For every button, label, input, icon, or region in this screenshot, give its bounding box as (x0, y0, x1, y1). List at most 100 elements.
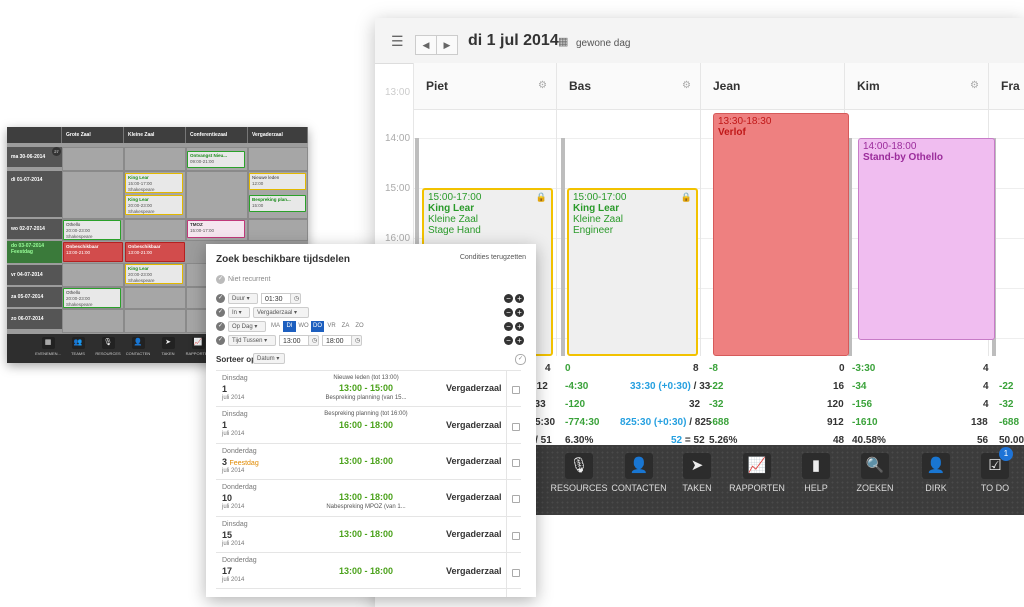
planner-event[interactable]: Bespreking plan... 15:00 (249, 195, 306, 212)
remove-condition-button[interactable]: − (504, 308, 513, 317)
clock-icon[interactable]: ◷ (351, 335, 362, 346)
planner-cell[interactable] (248, 219, 308, 241)
weekday-do[interactable]: DO (311, 321, 324, 332)
op-dag-select[interactable]: Op Dag ▾ (228, 321, 266, 332)
calendar-date-title[interactable]: di 1 jul 2014 (468, 32, 559, 50)
event-bas-king-lear[interactable]: 15:00-17:00 King Lear Kleine Zaal Engine… (567, 188, 698, 356)
footer-teams-button[interactable]: 👥 TEAMS (61, 337, 95, 356)
reset-conditions-link[interactable]: Condities terugzetten (460, 254, 526, 261)
planner-cell[interactable] (124, 309, 186, 333)
footer-todo-button[interactable]: ☑ TO DO 1 (965, 447, 1024, 493)
weekday-za[interactable]: ZA (339, 321, 352, 332)
in-select[interactable]: In ▾ (228, 307, 250, 318)
planner-cell[interactable] (124, 147, 186, 171)
weekday-ma[interactable]: MA (269, 321, 282, 332)
planner-cell[interactable] (62, 309, 124, 333)
column-header-conferentiezaal[interactable]: Conferentiezaal (186, 127, 248, 143)
add-condition-button[interactable]: + (515, 308, 524, 317)
footer-evenementen-button[interactable]: ▦ EVENEMEN... (31, 337, 65, 356)
remove-condition-button[interactable]: − (504, 322, 513, 331)
footer-contacten-button[interactable]: 👤 CONTACTEN (121, 337, 155, 356)
result-checkbox[interactable] (512, 459, 520, 467)
planner-event[interactable]: Othello 20:00-23:00 Shakespeare (63, 220, 121, 240)
result-row[interactable]: Dinsdag 1 juli 2014 Bespreking planning … (216, 406, 521, 443)
footer-contacten-button[interactable]: 👤 CONTACTEN (609, 453, 669, 493)
column-header-piet[interactable]: Piet ⚙ (413, 63, 557, 110)
time-from-input[interactable]: 13:00 (279, 335, 309, 346)
tijd-tussen-select[interactable]: Tijd Tussen ▾ (228, 335, 276, 346)
column-header-kim[interactable]: Kim ⚙ (844, 63, 989, 110)
footer-help-button[interactable]: ▮ HELP (786, 453, 846, 493)
footer-taken-button[interactable]: ➤ TAKEN (151, 337, 185, 356)
footer-taken-button[interactable]: ➤ TAKEN (667, 453, 727, 493)
planner-cell[interactable] (62, 147, 124, 171)
result-checkbox[interactable] (512, 423, 520, 431)
planner-cell[interactable] (248, 147, 308, 171)
add-condition-button[interactable]: + (515, 336, 524, 345)
remove-condition-button[interactable]: − (504, 294, 513, 303)
planner-event[interactable]: Ontvangst Nieu... 09:00-21:00 (187, 151, 245, 168)
planner-cell[interactable] (62, 171, 124, 219)
planner-event[interactable]: TMOZ 15:00-17:00 (187, 220, 245, 238)
next-day-button[interactable]: ▶ (436, 35, 458, 55)
check-icon[interactable]: ✓ (216, 308, 225, 317)
result-row[interactable]: Donderdag 3 Feestdag juli 2014 13:00 - 1… (216, 443, 521, 479)
weekday-di[interactable]: DI (283, 321, 296, 332)
planner-event[interactable]: Othello 20:00-23:00 Shakespeare (63, 288, 121, 308)
duur-input[interactable]: 01:30 (261, 293, 291, 304)
time-to-input[interactable]: 18:00 (322, 335, 352, 346)
result-row[interactable]: Donderdag 10 juli 2014 13:00 - 18:00 Nab… (216, 479, 521, 516)
weekday-vr[interactable]: VR (325, 321, 338, 332)
column-header-fra[interactable]: Fra (988, 63, 1024, 110)
column-header-jean[interactable]: Jean (700, 63, 845, 110)
planner-event[interactable]: King Lear 20:00-23:00 Shakespeare (125, 264, 183, 284)
planner-event[interactable]: Onbeschikbaar 13:00-21:00 (63, 242, 123, 262)
weekday-wo[interactable]: WO (297, 321, 310, 332)
footer-zoeken-button[interactable]: 🔍 ZOEKEN (845, 453, 905, 493)
clock-icon[interactable]: ◷ (290, 293, 301, 304)
sort-select[interactable]: Datum ▾ (253, 353, 285, 364)
planner-cell[interactable] (124, 287, 186, 309)
result-checkbox[interactable] (512, 386, 520, 394)
check-icon[interactable]: ✓ (216, 336, 225, 345)
gear-icon[interactable]: ⚙ (682, 80, 691, 91)
planner-cell[interactable] (62, 263, 124, 287)
check-icon[interactable]: ✓ (216, 294, 225, 303)
weekday-zo[interactable]: ZO (353, 321, 366, 332)
result-checkbox[interactable] (512, 569, 520, 577)
prev-day-button[interactable]: ◀ (415, 35, 437, 55)
calendar-icon[interactable]: ▦ (558, 35, 568, 48)
add-condition-button[interactable]: + (515, 322, 524, 331)
clock-icon[interactable]: ◷ (308, 335, 319, 346)
column-header-bas[interactable]: Bas ⚙ (556, 63, 701, 110)
column-header-vergaderzaal[interactable]: Vergaderzaal (248, 127, 308, 143)
add-condition-button[interactable]: + (515, 294, 524, 303)
footer-resources-button[interactable]: 🎙 RESOURCES (91, 337, 125, 356)
result-checkbox[interactable] (512, 532, 520, 540)
footer-resources-button[interactable]: 🎙 RESOURCES (549, 453, 609, 493)
room-select[interactable]: Vergaderzaal ▾ (253, 307, 309, 318)
planner-event[interactable]: King Lear 20:00-23:00 Shakespeare (125, 195, 183, 215)
remove-condition-button[interactable]: − (504, 336, 513, 345)
footer-dirk-button[interactable]: 👤 DIRK (906, 453, 966, 493)
check-icon[interactable]: ✓ (216, 275, 225, 284)
planner-event[interactable]: Nieuwe leden 12:00 (249, 173, 306, 190)
event-kim-standby[interactable]: 14:00-18:00 Stand-by Othello (858, 138, 995, 340)
planner-cell[interactable] (186, 171, 248, 219)
result-row[interactable]: Dinsdag 1 juli 2014 Nieuwe leden (tot 13… (216, 370, 521, 406)
planner-event[interactable]: Onbeschikbaar 13:00-21:00 (125, 242, 185, 262)
planner-cell[interactable] (124, 219, 186, 241)
gear-icon[interactable]: ⚙ (970, 80, 979, 91)
refresh-icon[interactable]: ✓ (515, 354, 526, 365)
column-header-kleine-zaal[interactable]: Kleine Zaal (124, 127, 186, 143)
list-view-icon[interactable]: ☰ (391, 33, 404, 50)
planner-event[interactable]: King Lear 15:00-17:00 Shakespeare (125, 173, 183, 193)
result-row[interactable]: Donderdag 17 juli 2014 13:00 - 18:00 Ver… (216, 552, 521, 589)
duur-select[interactable]: Duur ▾ (228, 293, 258, 304)
result-row[interactable]: Dinsdag 15 juli 2014 13:00 - 18:00 Verga… (216, 516, 521, 552)
footer-rapporten-button[interactable]: 📈 RAPPORTEN (727, 453, 787, 493)
column-header-grote-zaal[interactable]: Grote Zaal (62, 127, 124, 143)
result-checkbox[interactable] (512, 495, 520, 503)
check-icon[interactable]: ✓ (216, 322, 225, 331)
event-jean-verlof[interactable]: 13:30-18:30 Verlof (713, 113, 849, 356)
